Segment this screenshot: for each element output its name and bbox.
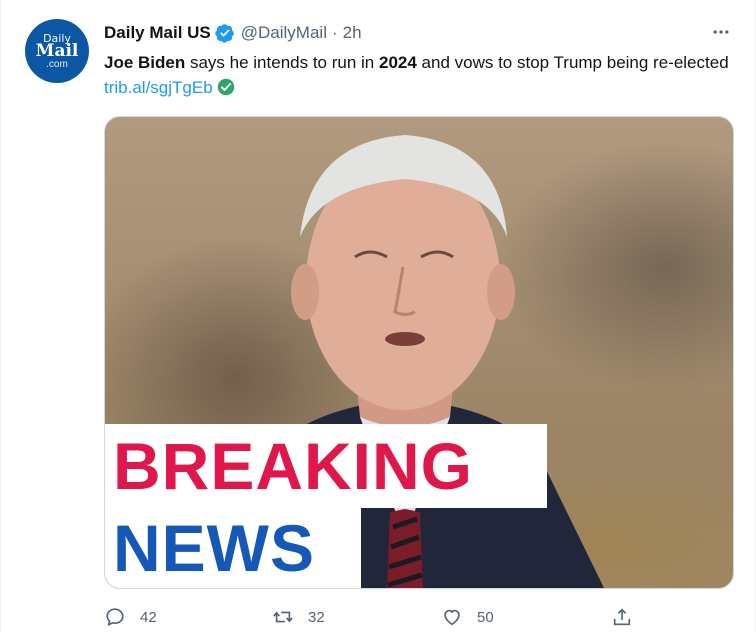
tweet-time[interactable]: 2h [343,23,362,43]
breaking-text: BREAKING [113,429,474,503]
tweet-card[interactable]: Daily Mail .com Daily Mail US @DailyMail… [0,0,756,632]
check-icon [217,78,234,96]
breaking-banner: BREAKING [105,424,547,508]
share-icon [613,608,631,626]
avatar-text-mail: Mail [35,40,79,61]
verified-badge-icon [215,24,234,43]
like-icon [444,609,460,626]
share-button[interactable] [611,606,647,628]
tweet-actions: 42 32 50 [104,606,644,630]
tweet-text-part1: says he intends to run in [185,53,379,72]
author-name[interactable]: Daily Mail US [104,23,211,43]
tweet-link[interactable]: trib.al/sgjTgEb [104,78,213,97]
avatar[interactable]: Daily Mail .com [25,19,89,83]
like-count: 50 [477,608,494,626]
retweet-icon [273,611,293,623]
tweet-bold-name: Joe Biden [104,53,186,72]
reply-icon [106,608,124,626]
author-handle[interactable]: @DailyMail [241,23,327,43]
news-banner: NEWS [105,508,361,588]
like-button[interactable]: 50 [441,606,494,628]
tweet-media-image[interactable]: BREAKING NEWS [104,116,734,589]
more-icon[interactable] [709,20,733,44]
tweet-text-part2: and vows to stop Trump being re-elected [416,53,729,72]
tweet-text: Joe Biden says he intends to run in 2024… [104,50,736,100]
retweet-count: 32 [308,608,325,626]
avatar-text-daily: Daily [43,31,71,45]
avatar-text-com: .com [46,58,68,70]
tweet-header: Daily Mail US @DailyMail · 2h [104,23,362,43]
news-text: NEWS [113,511,315,585]
tweet-bold-year: 2024 [378,53,417,72]
reply-count: 42 [140,608,157,626]
more-dots-icon [713,30,729,34]
retweet-button[interactable]: 32 [272,606,325,628]
reply-button[interactable]: 42 [104,606,157,628]
separator-dot: · [331,23,338,42]
